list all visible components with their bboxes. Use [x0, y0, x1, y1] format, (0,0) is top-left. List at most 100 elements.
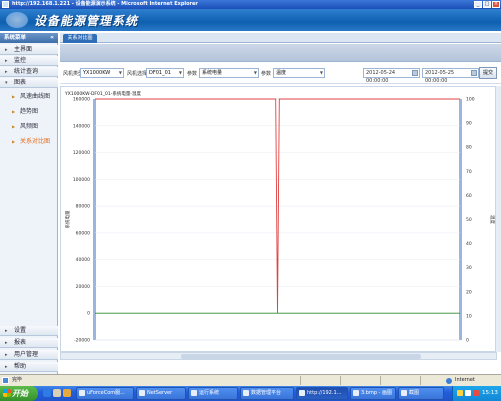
- chevron-down-icon: ▼: [319, 70, 323, 75]
- sidebar-subitem-label: 风速曲线图: [20, 93, 51, 100]
- tray-volume-icon[interactable]: [465, 390, 471, 396]
- chevron-right-icon: ▸: [5, 328, 8, 334]
- taskbar-button-runtime[interactable]: 运行系统: [188, 387, 238, 400]
- ie-icon: [2, 1, 9, 8]
- start-date-input[interactable]: 2012-05-24 00:00:00: [363, 68, 420, 84]
- y2-tick-label: 100: [466, 97, 475, 103]
- taskbar-button-browser[interactable]: http://192.1...: [296, 387, 348, 400]
- tray-network-icon[interactable]: [457, 390, 463, 396]
- sidebar-item-user-management[interactable]: ▸ 用户管理: [0, 350, 58, 360]
- calendar-icon[interactable]: [412, 70, 418, 76]
- minimize-button[interactable]: _: [474, 1, 482, 8]
- tab-relation-compare[interactable]: 关系对比图: [63, 34, 97, 43]
- chart-title: YX1000KW-DF01_01-系统电量-温度: [65, 92, 141, 97]
- vertical-scrollbar[interactable]: [495, 86, 501, 352]
- taskbar-button-label: 数据管理平台: [251, 390, 282, 396]
- y-tick-label: 80000: [76, 204, 90, 210]
- taskbar: 开始 uForceCom服... NetServer 运行系统 数据管理平台 h…: [0, 386, 501, 401]
- status-divider: [420, 376, 421, 385]
- app-icon: [243, 390, 249, 396]
- y2-tick-label: 40: [466, 241, 472, 247]
- status-divider: [300, 376, 301, 385]
- taskbar-button-data-platform[interactable]: 数据管理平台: [240, 387, 294, 400]
- sidebar-item-reports[interactable]: ▸ 报表: [0, 338, 58, 348]
- sidebar-subitem-label: 风频图: [20, 123, 39, 130]
- app-icon: [299, 390, 305, 396]
- quicklaunch-desktop-icon[interactable]: [53, 389, 61, 397]
- chevron-down-icon: ▼: [118, 70, 122, 75]
- taskbar-button-screenshot[interactable]: 截图: [398, 387, 444, 400]
- param1-select[interactable]: 系统电量 ▼: [199, 68, 259, 78]
- chevron-right-icon: ▸: [5, 58, 8, 64]
- end-date-input[interactable]: 2012-05-25 00:00:00: [422, 68, 479, 84]
- filter-bar: 风机类型 YX1000KW ▼ 风机选择 DF01_01 ▼ 参数 系统电量 ▼…: [60, 63, 501, 84]
- y-tick-label: 0: [87, 311, 90, 317]
- start-date-value: 2012-05-24 00:00:00: [366, 70, 396, 84]
- horizontal-scrollbar[interactable]: [60, 352, 497, 360]
- windows-logo-icon: [3, 389, 11, 397]
- sidebar-item-label: 用户管理: [14, 351, 39, 358]
- y-tick-label: 120000: [73, 150, 90, 156]
- y-tick-label: -20000: [74, 338, 90, 344]
- app-title: 设备能源管理系统: [34, 14, 139, 28]
- sidebar-item-settings[interactable]: ▸ 设置: [0, 326, 58, 336]
- sidebar-item-label: 主界面: [14, 46, 33, 53]
- quicklaunch-folder-icon[interactable]: [63, 389, 71, 397]
- y2-tick-label: 10: [466, 313, 472, 319]
- tray-security-icon[interactable]: [473, 390, 479, 396]
- sidebar-item-stats-query[interactable]: ▸ 统计查询: [0, 67, 58, 77]
- quicklaunch-ie-icon[interactable]: [43, 389, 51, 397]
- sidebar-subitem-wind-speed-curve[interactable]: ▶ 风速曲线图: [0, 90, 58, 103]
- y-tick-label: 40000: [76, 257, 90, 263]
- sidebar-item-monitor[interactable]: ▸ 监控: [0, 56, 58, 66]
- param2-value: 温度: [276, 70, 287, 76]
- turbine-type-select[interactable]: YX1000KW ▼: [80, 68, 124, 78]
- status-divider: [380, 376, 381, 385]
- sidebar-item-label: 统计查询: [14, 68, 39, 75]
- end-date-value: 2012-05-25 00:00:00: [425, 70, 455, 84]
- sidebar-item-charts[interactable]: ▾ 图表: [0, 78, 58, 88]
- page-done-icon: [2, 377, 9, 384]
- taskbar-button-label: http://192.1...: [307, 390, 342, 396]
- submit-button[interactable]: 提交: [479, 67, 497, 79]
- close-button[interactable]: ×: [492, 1, 500, 8]
- y2-tick-label: 90: [466, 121, 472, 127]
- y-tick-label: 100000: [73, 177, 90, 183]
- app-icon: [353, 390, 359, 396]
- turbine-select-label: 风机选择: [127, 71, 148, 77]
- param2-label: 参数: [261, 71, 272, 77]
- y-axis-label: 系统电量: [64, 210, 71, 228]
- turbine-select[interactable]: DF01_01 ▼: [146, 68, 184, 78]
- bullet-icon: ▶: [12, 109, 16, 114]
- sidebar-header: 系统菜单 «: [0, 33, 58, 43]
- turbine-select-value: DF01_01: [149, 70, 171, 76]
- taskbar-button-label: NetServer: [147, 390, 173, 396]
- taskbar-button-label: 截图: [409, 390, 420, 396]
- sidebar-item-home[interactable]: ▸ 主界面: [0, 45, 58, 55]
- param1-value: 系统电量: [202, 70, 223, 76]
- sidebar-subitem-wind-frequency[interactable]: ▶ 风频图: [0, 120, 58, 133]
- taskbar-button-paint[interactable]: 3.bmp - 画图: [350, 387, 396, 400]
- param2-select[interactable]: 温度 ▼: [273, 68, 325, 78]
- taskbar-button-label: 3.bmp - 画图: [361, 390, 392, 396]
- maximize-button[interactable]: □: [483, 1, 491, 8]
- sidebar-subitem-trend[interactable]: ▶ 趋势图: [0, 105, 58, 118]
- bullet-icon: ▶: [12, 94, 16, 99]
- sidebar-item-help[interactable]: ▸ 帮助: [0, 362, 58, 372]
- bullet-icon: ▶: [12, 124, 16, 129]
- y-tick-label: 140000: [73, 123, 90, 129]
- start-label: 开始: [12, 389, 28, 398]
- chevron-down-icon: ▼: [178, 70, 182, 75]
- toolbar-strip: [60, 44, 501, 62]
- sidebar-subitem-relation-compare[interactable]: ▶ 关系对比图: [0, 135, 58, 148]
- sidebar-subitem-label: 关系对比图: [20, 138, 51, 145]
- taskbar-button-netserver[interactable]: NetServer: [136, 387, 186, 400]
- chevron-down-icon: ▼: [253, 70, 257, 75]
- taskbar-button-uforcecom[interactable]: uForceCom服...: [76, 387, 134, 400]
- sidebar-header-label: 系统菜单: [4, 35, 27, 41]
- collapse-icon[interactable]: «: [50, 33, 54, 43]
- app-icon: [191, 390, 197, 396]
- sidebar: 系统菜单 « ▸ 主界面 ▸ 监控 ▸ 统计查询 ▾ 图表 ▶ 风速曲线图 ▶ …: [0, 33, 58, 374]
- calendar-icon[interactable]: [471, 70, 477, 76]
- scroll-thumb[interactable]: [181, 354, 421, 359]
